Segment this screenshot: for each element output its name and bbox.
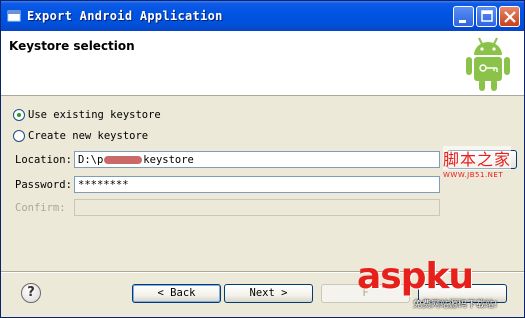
- location-label: Location:: [15, 154, 72, 166]
- maximize-button[interactable]: [476, 6, 497, 27]
- cancel-button[interactable]: [418, 284, 507, 303]
- use-existing-radio[interactable]: [13, 109, 25, 121]
- export-android-dialog: Export Android Application Keystore sele…: [0, 0, 525, 318]
- page-title: Keystore selection: [9, 39, 135, 53]
- browse-button[interactable]: [447, 150, 517, 169]
- location-value-prefix: D:\p: [78, 154, 104, 166]
- close-button[interactable]: [499, 6, 520, 27]
- next-button[interactable]: Next >: [224, 284, 313, 303]
- dialog-icon: [7, 10, 21, 22]
- password-input[interactable]: ********: [74, 176, 440, 193]
- help-button[interactable]: ?: [21, 283, 41, 303]
- maximize-icon: [481, 10, 493, 22]
- back-label: < Back: [157, 287, 196, 299]
- use-existing-label[interactable]: Use existing keystore: [28, 109, 161, 121]
- minimize-icon: [459, 20, 466, 23]
- use-existing-option[interactable]: Use existing keystore: [13, 109, 161, 121]
- wizard-header: Keystore selection: [1, 31, 524, 96]
- android-robot-icon: [466, 37, 510, 91]
- back-button[interactable]: < Back: [132, 284, 221, 303]
- title-bar[interactable]: Export Android Application: [1, 1, 524, 31]
- finish-label: F: [362, 287, 369, 299]
- confirm-input[interactable]: [74, 199, 440, 216]
- footer-separator: [1, 271, 524, 273]
- next-label: Next >: [249, 287, 288, 299]
- create-new-radio[interactable]: [13, 130, 25, 142]
- confirm-label: Confirm:: [15, 202, 66, 214]
- close-icon: [504, 11, 516, 23]
- password-label: Password:: [15, 179, 72, 191]
- create-new-label[interactable]: Create new keystore: [28, 130, 148, 142]
- keystore-form: Use existing keystore Create new keystor…: [1, 96, 524, 271]
- create-new-option[interactable]: Create new keystore: [13, 130, 148, 142]
- help-icon: ?: [27, 285, 35, 300]
- location-value-suffix: keystore: [143, 154, 194, 166]
- window-title: Export Android Application: [27, 9, 223, 23]
- minimize-button[interactable]: [453, 6, 474, 27]
- finish-button[interactable]: F: [321, 284, 410, 303]
- redaction-mark: [104, 156, 143, 164]
- password-value: ********: [78, 179, 129, 191]
- location-input[interactable]: D:\p keystore: [74, 151, 440, 168]
